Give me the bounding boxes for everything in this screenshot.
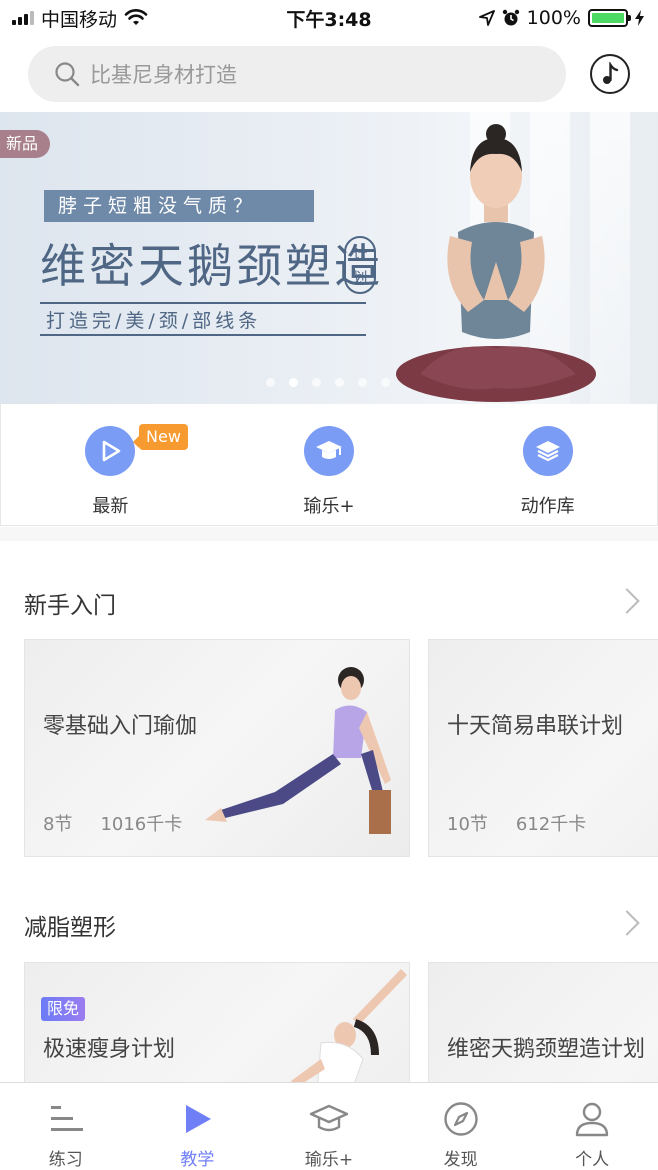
- carousel-dot[interactable]: [312, 378, 321, 387]
- tab-teaching[interactable]: 教学: [132, 1083, 264, 1170]
- banner-subtitle: 打造完/美/颈/部线条: [46, 310, 262, 332]
- section-title-fat-loss: 减脂塑形: [24, 915, 116, 941]
- alarm-icon: [502, 9, 519, 26]
- yoga-pose-illustration: [291, 969, 407, 1093]
- carousel-dot[interactable]: [335, 378, 344, 387]
- tab-label: 瑜乐+: [304, 1150, 354, 1170]
- yoga-pose-illustration: [205, 667, 391, 834]
- banner-title-tag-char: 计: [352, 245, 368, 263]
- course-calories: 612千卡: [515, 814, 587, 835]
- tab-label: 教学: [180, 1150, 215, 1170]
- status-left: 中国移动: [12, 5, 148, 32]
- quick-nav: New 最新 瑜乐+ 动作库: [0, 404, 658, 526]
- wifi-icon: [124, 9, 148, 25]
- section-divider: [0, 527, 658, 541]
- play-icon: [85, 426, 136, 476]
- search-icon: [55, 62, 80, 87]
- battery-fill: [592, 13, 624, 23]
- search-placeholder: 比基尼身材打造: [90, 63, 237, 87]
- new-product-badge: 新品: [0, 130, 51, 158]
- course-lessons: 8节: [43, 814, 73, 835]
- quick-nav-label: 最新: [92, 496, 129, 517]
- status-right: 100%: [478, 7, 644, 29]
- person-icon: [572, 1099, 612, 1139]
- section-title-beginner: 新手入门: [24, 593, 116, 619]
- carousel-dot[interactable]: [381, 378, 390, 387]
- carousel-dots[interactable]: [266, 378, 390, 387]
- carousel-dot-active[interactable]: [289, 378, 298, 387]
- search-row: 比基尼身材打造: [0, 44, 658, 104]
- graduation-cap-icon: [304, 426, 354, 476]
- quick-nav-latest[interactable]: New 最新: [1, 404, 220, 525]
- banner-question: 脖子短粗没气质？: [44, 190, 314, 222]
- promo-banner[interactable]: 新品 脖子短粗没气质？ 维密天鹅颈塑造 计 划 打造完/美/颈/部线条: [0, 112, 658, 404]
- banner-title-tag: 计 划: [344, 236, 376, 294]
- tab-discover[interactable]: 发现: [395, 1083, 527, 1170]
- course-calories: 1016千卡: [100, 814, 183, 835]
- tab-label: 练习: [48, 1150, 83, 1170]
- tab-practice[interactable]: 练习: [0, 1083, 132, 1170]
- graduation-cap-icon: [309, 1099, 349, 1139]
- layers-icon: [522, 426, 573, 476]
- course-title: 维密天鹅颈塑造计划: [447, 1037, 646, 1062]
- banner-divider: [40, 334, 366, 336]
- battery-icon: [588, 9, 631, 27]
- chevron-right-icon[interactable]: [614, 910, 640, 936]
- banner-divider: [40, 302, 366, 304]
- course-meta: 8节 1016千卡: [43, 810, 182, 836]
- tab-label: 个人: [575, 1150, 610, 1170]
- course-card[interactable]: 十天简易串联计划 10节 612千卡: [428, 639, 658, 857]
- course-title: 零基础入门瑜伽: [43, 714, 198, 739]
- carousel-dot[interactable]: [266, 378, 275, 387]
- tab-yule-plus[interactable]: 瑜乐+: [263, 1083, 395, 1170]
- course-lessons: 10节: [447, 814, 488, 835]
- carrier-label: 中国移动: [41, 8, 118, 31]
- music-button[interactable]: [590, 54, 630, 94]
- quick-nav-pose-library[interactable]: 动作库: [438, 404, 657, 525]
- new-badge: New: [133, 424, 188, 450]
- banner-title-tag-char: 划: [352, 269, 368, 287]
- chevron-right-icon[interactable]: [614, 588, 640, 614]
- search-input[interactable]: 比基尼身材打造: [28, 46, 566, 102]
- list-icon: [46, 1099, 86, 1139]
- location-arrow-icon: [478, 10, 495, 26]
- quick-nav-label: 瑜乐+: [303, 496, 355, 517]
- bottom-tab-bar: 练习 教学 瑜乐+ 发现 个人: [0, 1082, 658, 1170]
- status-time: 下午3:48: [286, 8, 372, 31]
- app-screen: 中国移动 下午3:48 100% 比基尼身材打造 新品 脖子短粗没气质？ 维密天…: [0, 0, 658, 1170]
- tab-label: 发现: [443, 1150, 478, 1170]
- play-triangle-icon: [177, 1099, 217, 1139]
- charging-icon: [635, 10, 644, 26]
- signal-icon: [12, 11, 34, 25]
- compass-icon: [441, 1099, 481, 1139]
- battery-percent: 100%: [526, 7, 581, 29]
- course-meta: 10节 612千卡: [447, 810, 586, 836]
- banner-title: 维密天鹅颈塑造: [40, 239, 383, 293]
- quick-nav-yule-plus[interactable]: 瑜乐+: [220, 404, 439, 525]
- carousel-dot[interactable]: [358, 378, 367, 387]
- tab-profile[interactable]: 个人: [526, 1083, 658, 1170]
- course-title: 十天简易串联计划: [447, 714, 624, 739]
- course-title: 极速瘦身计划: [43, 1037, 176, 1062]
- yoga-model-illustration: [396, 124, 596, 402]
- course-card[interactable]: 零基础入门瑜伽 8节 1016千卡: [24, 639, 410, 857]
- music-note-icon: [603, 62, 619, 84]
- quick-nav-label: 动作库: [520, 496, 575, 517]
- status-bar: 中国移动 下午3:48 100%: [0, 0, 658, 36]
- free-tag: 限免: [41, 997, 86, 1021]
